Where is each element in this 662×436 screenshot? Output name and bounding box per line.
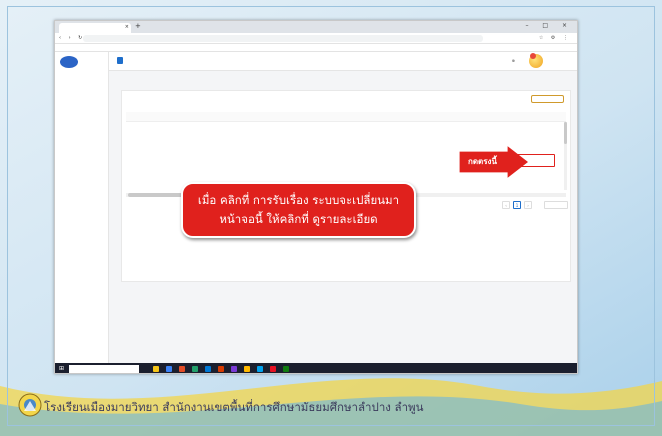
notification-badge[interactable]	[530, 53, 536, 59]
page-size-select[interactable]	[544, 201, 568, 209]
pagination-button[interactable]: ›	[524, 201, 532, 209]
taskbar-app-icon[interactable]	[218, 366, 224, 372]
new-tab-icon[interactable]: +	[135, 22, 141, 30]
extension-icons[interactable]: ☆ ⚙ ⋮	[539, 35, 571, 41]
language-switch[interactable]: ⊕	[512, 58, 515, 63]
taskbar-app-icon[interactable]	[283, 366, 289, 372]
taskbar-app-icon[interactable]	[270, 366, 276, 372]
taskbar-search-input[interactable]	[69, 365, 139, 373]
taskbar-app-icon[interactable]	[192, 366, 198, 372]
taskbar-app-icon[interactable]	[166, 366, 172, 372]
browser-tabbar: × + – □ ×	[55, 21, 577, 33]
callout-line-2: หน้าจอนี้ ให้คลิกที่ ดูรายละเอียด	[219, 212, 378, 226]
taskbar-app-icon[interactable]	[231, 366, 237, 372]
address-bar: ‹ › ↻ ☆ ⚙ ⋮	[55, 33, 577, 44]
sidebar	[55, 52, 109, 363]
pagination-button[interactable]: ‹	[502, 201, 510, 209]
nav-buttons[interactable]: ‹ › ↻	[59, 35, 85, 41]
globe-icon: ⊕	[511, 58, 515, 63]
taskbar: ⊞	[55, 363, 577, 373]
footer-school-name: โรงเรียนเมืองมายวิทยา สำนักงานเขตพื้นที่…	[44, 400, 424, 414]
vertical-scrollbar[interactable]	[564, 122, 567, 190]
card-action-button[interactable]	[531, 95, 564, 103]
topbar: ⊕	[109, 52, 577, 71]
taskbar-app-icon[interactable]	[179, 366, 185, 372]
vertical-scroll-thumb[interactable]	[564, 122, 567, 144]
app-logo[interactable]	[60, 56, 78, 68]
pagination-button[interactable]: 1	[513, 201, 521, 209]
windows-start-icon[interactable]: ⊞	[59, 365, 64, 372]
window-controls[interactable]: – □ ×	[525, 22, 573, 29]
taskbar-app-icon[interactable]	[153, 366, 159, 372]
school-emblem-icon	[18, 393, 42, 417]
close-tab-icon[interactable]: ×	[125, 24, 129, 30]
url-input[interactable]	[83, 35, 483, 42]
table-header	[126, 112, 566, 122]
browser-tab[interactable]: ×	[59, 23, 131, 33]
taskbar-app-icon[interactable]	[257, 366, 263, 372]
highlight-box	[510, 154, 555, 167]
taskbar-app-icon[interactable]	[244, 366, 250, 372]
arrow-label: กดตรงนี้	[468, 157, 497, 166]
taskbar-app-icon[interactable]	[205, 366, 211, 372]
bookmarks-bar	[55, 44, 577, 52]
instruction-callout: เมื่อ คลิกที่ การรับเรื่อง ระบบจะเปลี่ยน…	[181, 182, 416, 238]
callout-line-1: เมื่อ คลิกที่ การรับเรื่อง ระบบจะเปลี่ยน…	[197, 193, 400, 207]
building-icon	[117, 57, 123, 64]
